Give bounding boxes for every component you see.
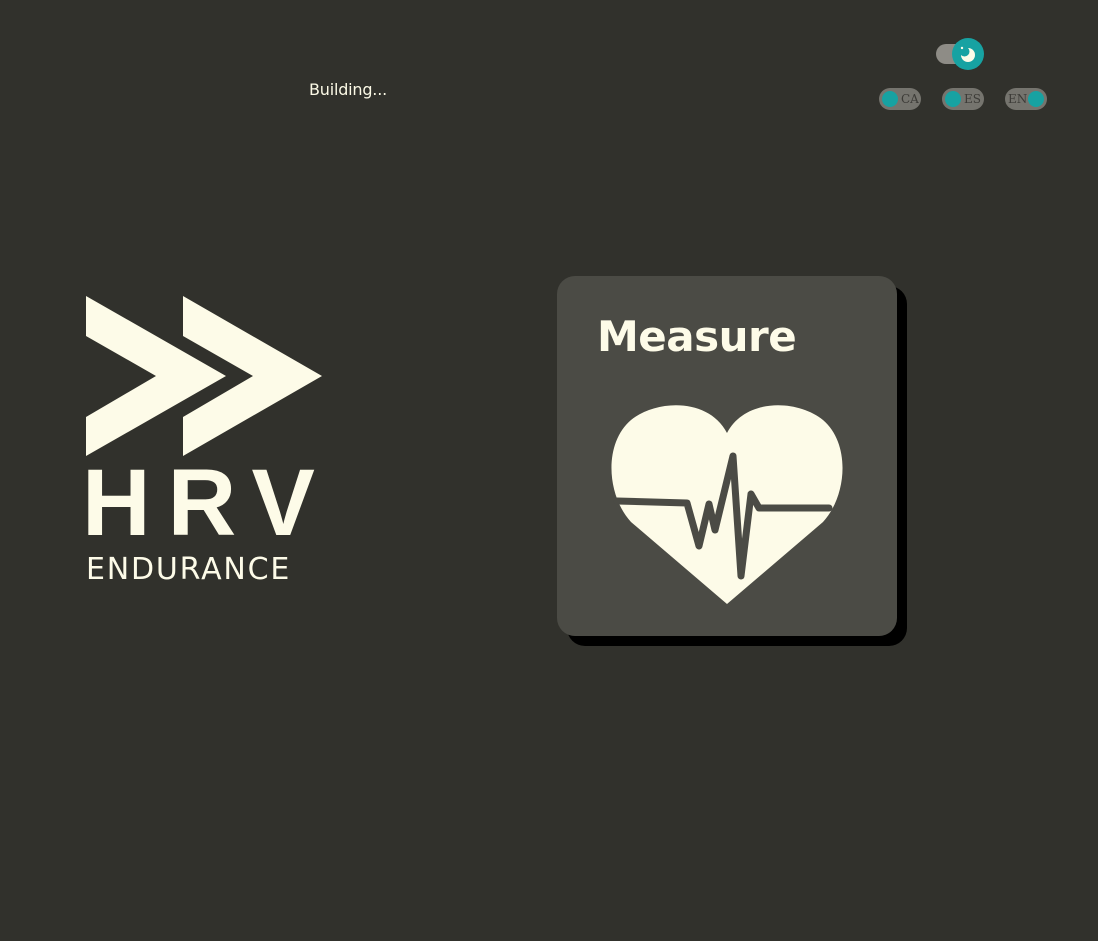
logo-tagline: ENDURANCE	[86, 552, 292, 587]
theme-toggle[interactable]	[936, 38, 984, 70]
language-toggle-knob	[882, 91, 898, 107]
hrv-endurance-logo: HRV ENDURANCE	[82, 296, 326, 588]
language-code: EN	[1008, 92, 1028, 106]
language-toggle-knob	[945, 91, 961, 107]
logo-wordmark: HRV	[82, 450, 332, 556]
language-toggle-knob	[1028, 91, 1044, 107]
language-code: CA	[901, 92, 919, 106]
language-toggle-en[interactable]: EN	[1005, 88, 1047, 110]
moon-icon	[959, 46, 975, 62]
language-toggle-ca[interactable]: CA	[879, 88, 921, 110]
double-chevron-icon	[86, 296, 322, 456]
status-text: Building...	[309, 80, 387, 99]
language-toggle-es[interactable]: ES	[942, 88, 984, 110]
measure-title: Measure	[597, 312, 797, 361]
measure-card[interactable]: Measure	[557, 276, 897, 636]
theme-toggle-knob	[952, 38, 984, 70]
heart-pulse-icon	[611, 405, 843, 604]
language-code: ES	[964, 92, 981, 106]
